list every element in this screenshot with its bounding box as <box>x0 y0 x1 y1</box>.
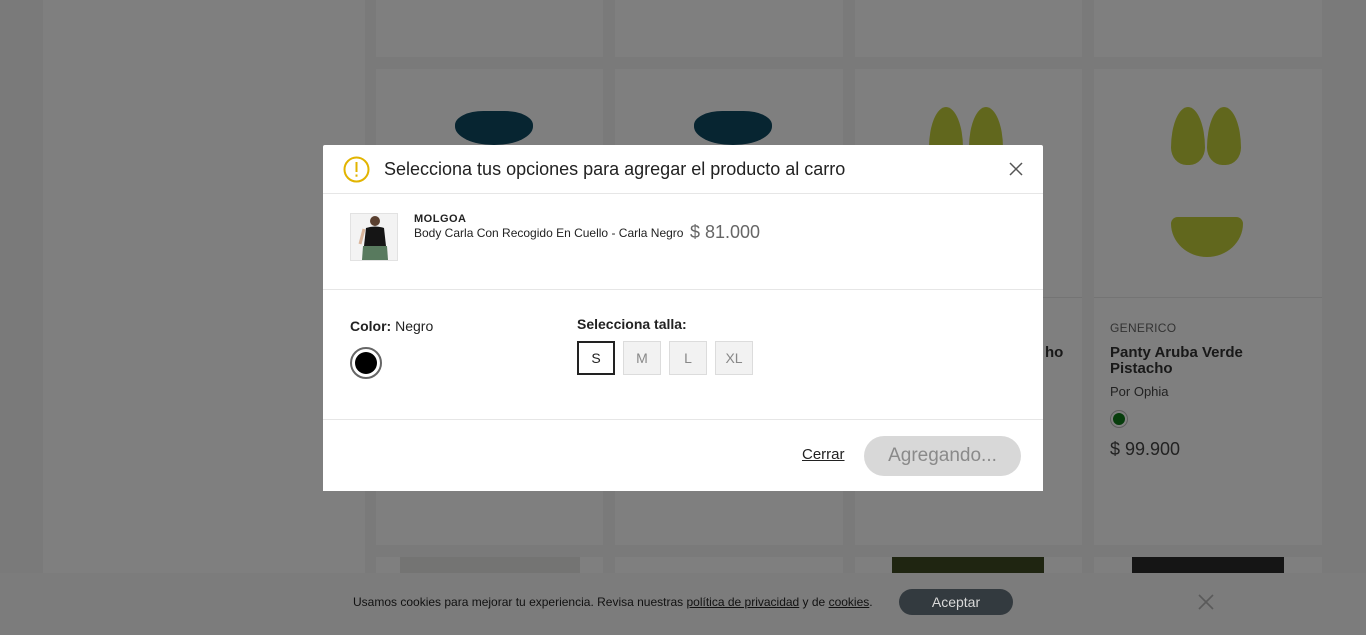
close-icon[interactable] <box>1197 593 1215 611</box>
accept-cookies-button[interactable]: Aceptar <box>899 589 1013 615</box>
product-name: Body Carla Con Recogido En Cuello - Carl… <box>414 226 684 240</box>
size-option-s[interactable]: S <box>577 341 615 375</box>
close-link[interactable]: Cerrar <box>802 446 845 463</box>
swatch-fill <box>355 352 377 374</box>
color-label: Color: Negro <box>350 318 433 334</box>
add-to-cart-button[interactable]: Agregando... <box>864 436 1021 476</box>
size-option-l[interactable]: L <box>669 341 707 375</box>
product-price: $ 81.000 <box>690 222 761 242</box>
product-thumbnail <box>350 213 398 261</box>
cookie-message: Usamos cookies para mejorar tu experienc… <box>353 595 873 609</box>
size-option-m[interactable]: M <box>623 341 661 375</box>
product-summary: MOLGOA Body Carla Con Recogido En Cuello… <box>323 194 1043 290</box>
cookie-banner: Usamos cookies para mejorar tu experienc… <box>0 573 1366 635</box>
color-label-title: Color: <box>350 318 392 334</box>
cookie-text-middle: y de <box>799 595 829 609</box>
modal-title: Selecciona tus opciones para agregar el … <box>384 159 846 179</box>
cookie-text-suffix: . <box>869 595 873 609</box>
warning-icon <box>343 156 370 183</box>
close-icon[interactable] <box>1008 161 1024 177</box>
modal-header: Selecciona tus opciones para agregar el … <box>323 145 1043 194</box>
color-value: Negro <box>395 318 434 334</box>
add-to-cart-modal: Selecciona tus opciones para agregar el … <box>323 145 1043 491</box>
product-options: Color: Negro Selecciona talla: S M L XL <box>323 290 1043 420</box>
color-swatch-black[interactable] <box>350 347 382 379</box>
modal-footer: Cerrar Agregando... <box>323 420 1043 491</box>
size-label: Selecciona talla: <box>577 316 687 332</box>
product-brand: MOLGOA <box>414 213 467 225</box>
privacy-policy-link[interactable]: política de privacidad <box>686 595 799 609</box>
cookies-link[interactable]: cookies <box>829 595 870 609</box>
cookie-text-prefix: Usamos cookies para mejorar tu experienc… <box>353 595 687 609</box>
size-option-xl[interactable]: XL <box>715 341 753 375</box>
